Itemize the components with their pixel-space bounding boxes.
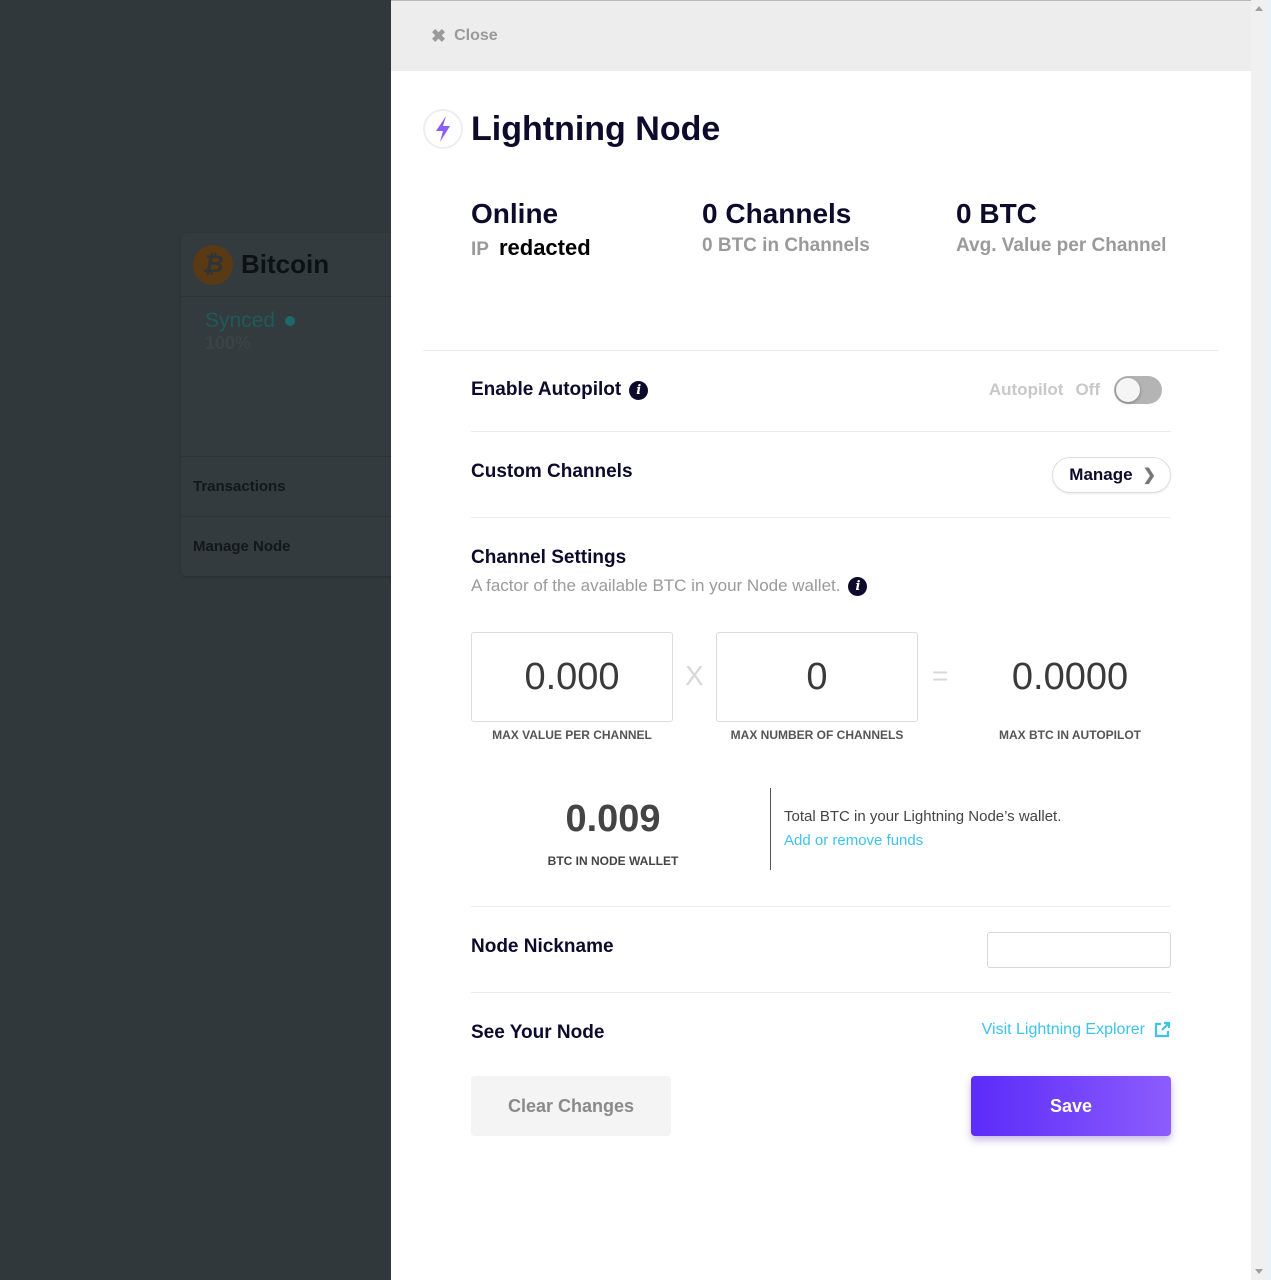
explorer-link-text: Visit Lightning Explorer [981,1021,1145,1038]
manage-button[interactable]: Manage ❯ [1052,457,1171,493]
chevron-right-icon: ❯ [1142,467,1156,484]
clear-changes-button[interactable]: Clear Changes [471,1076,671,1136]
max-number-of-channels-label: MAX NUMBER OF CHANNELS [730,728,904,742]
external-link-icon [1154,1021,1171,1038]
scroll-down-arrow-icon[interactable] [1255,1269,1263,1274]
divider [471,431,1171,432]
toggle-knob [1116,378,1140,402]
bitcoin-card: ₿ Bitcoin Synced 100% Transactions Manag… [181,233,421,576]
info-icon[interactable]: i [848,576,868,596]
sync-status-dot-icon [285,316,296,326]
wallet-separator [770,788,771,870]
bitcoin-card-header: ₿ Bitcoin [181,233,421,297]
vertical-scrollbar[interactable] [1251,0,1268,1280]
see-your-node-label: See Your Node [471,1022,605,1043]
autopilot-control: Autopilot Off [989,376,1162,404]
nav-item-transactions[interactable]: Transactions [181,456,421,516]
max-number-of-channels-input[interactable]: 0 [716,632,918,722]
title-row: Lightning Node [423,109,1251,149]
lightning-bolt-icon [423,109,463,149]
close-label: Close [454,27,498,44]
equals-sign: = [932,660,949,691]
divider [471,992,1171,993]
max-btc-in-autopilot-label: MAX BTC IN AUTOPILOT [999,728,1141,742]
scroll-up-arrow-icon[interactable] [1255,6,1263,11]
info-icon[interactable]: i [629,380,649,400]
channel-settings-description: A factor of the available BTC in your No… [471,576,841,595]
close-icon: ✖ [431,25,447,46]
manage-label: Manage [1069,465,1133,484]
custom-channels-label: Custom Channels [471,461,633,482]
save-button[interactable]: Save [971,1076,1171,1136]
stat-status: Online IP redacted [471,197,702,261]
multiply-sign: X [685,660,704,691]
nav-item-manage-node[interactable]: Manage Node [181,516,421,576]
drawer-header: ✖ Close [391,1,1251,71]
visit-lightning-explorer-link[interactable]: Visit Lightning Explorer [982,1021,1171,1039]
wallet-label: BTC IN NODE WALLET [547,854,679,868]
ip-label: IP [471,239,489,260]
stat-avg-value-sub: Avg. Value per Channel [956,235,1167,256]
stat-channels: 0 Channels 0 BTC in Channels [702,197,956,261]
autopilot-state-value: Off [1075,380,1100,399]
wallet-value: 0.009 [565,798,661,840]
autopilot-toggle[interactable] [1114,376,1162,404]
stat-ip: IP redacted [471,235,702,261]
stat-avg-value: 0 BTC Avg. Value per Channel [956,197,1166,261]
divider [471,517,1171,518]
sync-status: Synced [181,297,421,333]
autopilot-row: Enable Autopilot i [471,379,649,401]
stat-channels-value: 0 Channels [702,198,852,229]
max-btc-in-autopilot-value: 0.0000 [1011,655,1129,698]
sync-percent: 100% [205,333,252,353]
stat-status-value: Online [471,198,559,229]
bitcoin-icon: ₿ [193,244,233,285]
divider [471,906,1171,907]
node-nickname-input[interactable] [987,932,1171,968]
ip-value: redacted [498,235,591,260]
bitcoin-card-title: Bitcoin [241,249,330,279]
max-value-per-channel-input[interactable]: 0.000 [471,632,673,722]
autopilot-label: Enable Autopilot [471,379,622,400]
add-remove-funds-link[interactable]: Add or remove funds [784,832,923,849]
lightning-node-drawer: ✖ Close Lightning Node Online IP redacted… [391,0,1251,1280]
node-wallet: 0.009 BTC IN NODE WALLET Total BTC in yo… [471,788,1171,870]
close-button[interactable]: ✖ Close [431,26,498,47]
wallet-description: Total BTC in your Lightning Node’s walle… [784,808,1062,825]
node-stats: Online IP redacted 0 Channels 0 BTC in Ch… [471,197,1251,261]
autopilot-calculator: 0.000 MAX VALUE PER CHANNEL X 0 MAX NUMB… [471,632,1171,752]
node-nickname-label: Node Nickname [471,936,614,957]
stat-channels-sub: 0 BTC in Channels [702,235,870,256]
stat-avg-value-main: 0 BTC [956,198,1037,229]
channel-settings-heading: Channel Settings [471,547,627,568]
channel-settings-subtext: A factor of the available BTC in your No… [471,576,868,596]
max-value-per-channel-label: MAX VALUE PER CHANNEL [492,728,652,742]
page-title: Lightning Node [471,109,721,148]
divider [423,350,1219,351]
autopilot-state-label: Autopilot [988,380,1064,399]
sync-status-text: Synced [205,309,276,332]
